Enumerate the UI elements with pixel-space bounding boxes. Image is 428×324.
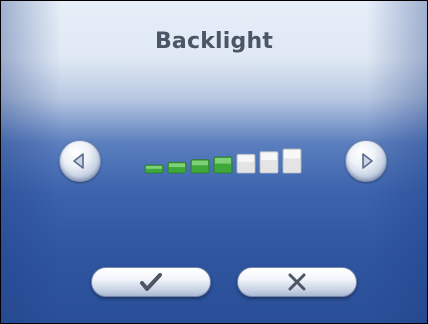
level-segment-highlight xyxy=(261,152,277,161)
ok-button[interactable] xyxy=(91,267,211,297)
checkmark-icon xyxy=(140,273,162,291)
level-segment-highlight xyxy=(146,166,162,169)
level-bars xyxy=(144,148,302,174)
increase-backlight-button[interactable] xyxy=(345,140,387,182)
decrease-backlight-button[interactable] xyxy=(59,140,101,182)
x-icon xyxy=(288,273,306,291)
level-segment-highlight xyxy=(284,150,300,159)
level-segment-highlight xyxy=(169,163,185,168)
backlight-level-meter xyxy=(143,147,309,175)
cancel-button[interactable] xyxy=(237,267,357,297)
dialog-title: Backlight xyxy=(154,29,274,54)
triangle-left-icon xyxy=(73,153,84,169)
backlight-dialog: Backlight xyxy=(1,1,427,323)
triangle-right-icon xyxy=(362,153,373,169)
level-segment-highlight xyxy=(215,158,231,164)
level-segment-highlight xyxy=(192,160,208,166)
level-segment-highlight xyxy=(238,155,254,162)
